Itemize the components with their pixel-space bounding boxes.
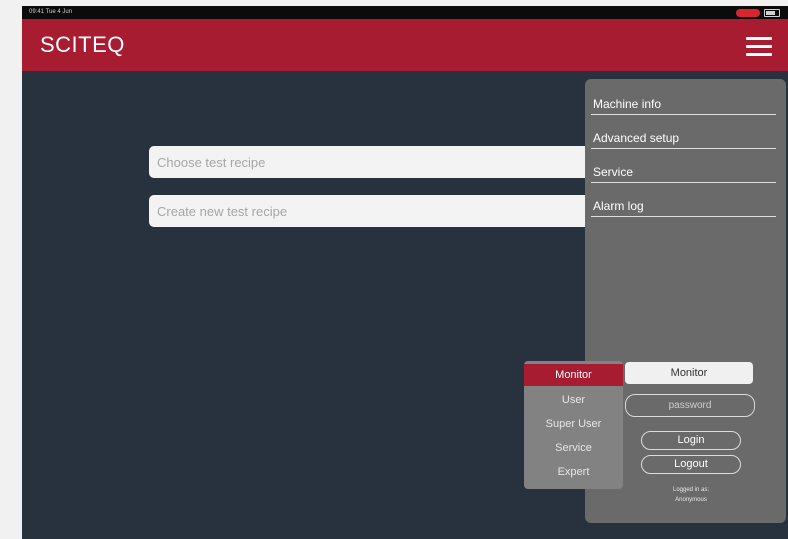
choose-test-recipe-field[interactable] [149, 146, 599, 178]
role-option-super-user[interactable]: Super User [524, 413, 623, 435]
create-test-recipe-field[interactable] [149, 195, 599, 227]
menu-item-label: Machine info [593, 97, 662, 111]
status-indicators [736, 8, 780, 17]
role-option-user[interactable]: User [524, 389, 623, 411]
status-time: 09:41 Tue 4 Jun [29, 9, 73, 15]
menu-item-label: Advanced setup [593, 131, 680, 145]
menu-item-advanced-setup[interactable]: Advanced setup [591, 122, 776, 149]
hamburger-menu-icon[interactable] [746, 37, 772, 57]
role-option-monitor[interactable]: Monitor [524, 364, 623, 386]
app-logo: SCITEQ [40, 32, 125, 57]
menu-item-alarm-log[interactable]: Alarm log [591, 190, 776, 217]
status-bar: 09:41 Tue 4 Jun [22, 6, 788, 19]
current-role-selector[interactable]: Monitor [625, 362, 753, 384]
role-option-expert[interactable]: Expert [524, 461, 623, 483]
menu-item-label: Alarm log [593, 199, 644, 213]
device-screen: 09:41 Tue 4 Jun SCITEQ Machine info Adva… [22, 6, 788, 539]
recording-indicator-icon [736, 8, 760, 17]
password-field[interactable] [625, 394, 755, 417]
logout-button[interactable]: Logout [641, 455, 741, 474]
role-option-service[interactable]: Service [524, 437, 623, 459]
menu-item-label: Service [593, 165, 634, 179]
role-picker: Monitor User Super User Service Expert [524, 361, 623, 489]
menu-item-service[interactable]: Service [591, 156, 776, 183]
battery-icon [764, 8, 780, 17]
logged-in-user: Anonymous [675, 497, 707, 503]
logged-in-label: Logged in as: [672, 487, 710, 493]
login-button[interactable]: Login [641, 431, 741, 450]
menu-item-machine-info[interactable]: Machine info [591, 88, 776, 115]
app-header: SCITEQ [22, 19, 788, 71]
